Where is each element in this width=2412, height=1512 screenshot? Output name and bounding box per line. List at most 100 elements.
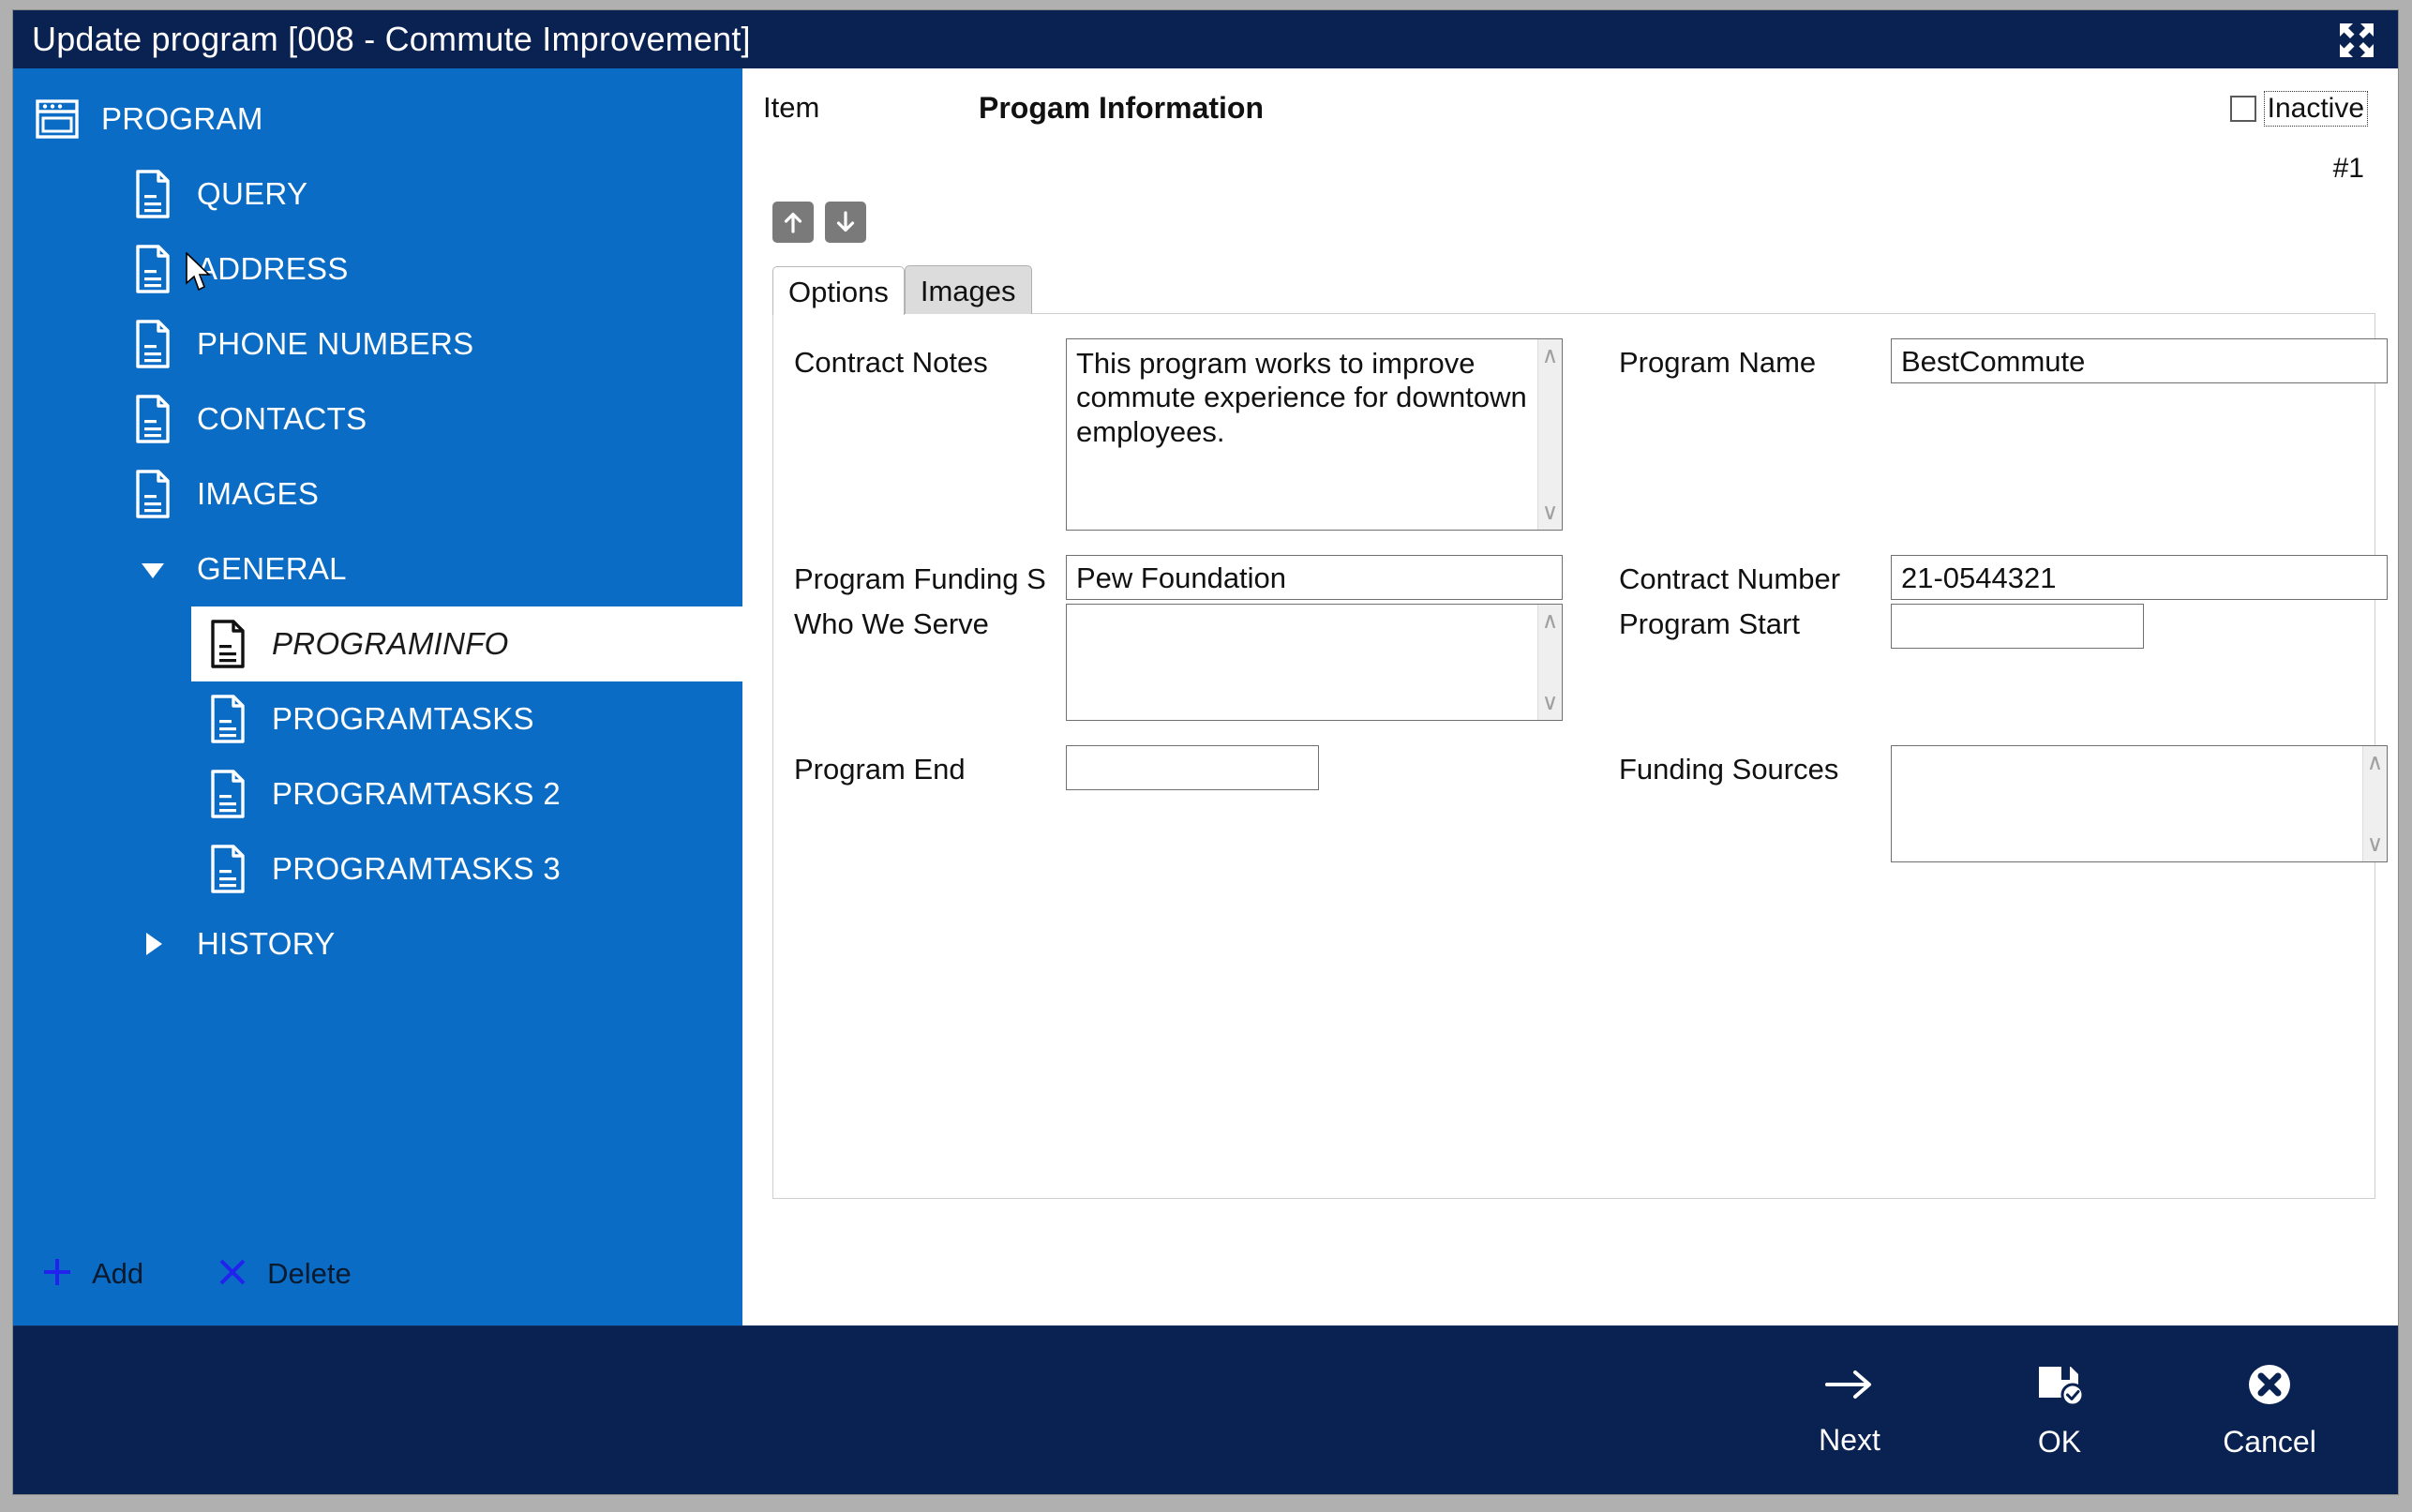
sidebar-item-label: GENERAL [197,551,347,586]
funding-sources-value [1892,746,2362,861]
sidebar-item-programtasks[interactable]: PROGRAMTASKS [13,681,742,756]
chevron-up-icon[interactable]: ∧ [2367,752,2384,774]
sidebar-item-contacts[interactable]: CONTACTS [13,382,742,457]
expander-right-icon[interactable] [126,928,180,960]
expander-down-icon[interactable] [126,553,180,585]
who-we-serve-label: Who We Serve [794,607,989,640]
sidebar-item-label: CONTACTS [197,401,367,436]
arrow-right-icon [1821,1364,1878,1410]
inactive-checkbox[interactable] [2229,96,2256,122]
sidebar-item-address[interactable]: ADDRESS [13,232,742,307]
chevron-up-icon[interactable]: ∧ [1542,345,1559,367]
expand-arrows-icon[interactable] [2332,18,2381,63]
form-grid: Contract Notes This program works to imp… [794,338,2388,862]
page-title: Progam Information [979,91,1265,125]
funding-sources-scrollbar[interactable]: ∧ ∨ [2362,746,2387,861]
sidebar-item-label: PROGRAMTASKS 3 [272,851,561,886]
next-button[interactable]: Next [1779,1364,1920,1458]
window-body: PROGRAM QUERY ADDRESS PHONE NUMBERS CONTACTS… [13,68,2398,1325]
delete-label: Delete [267,1257,352,1290]
move-up-button[interactable] [772,202,814,243]
sidebar-item-label: PROGRAMTASKS 2 [272,776,561,811]
sidebar-item-history[interactable]: HISTORY [13,906,742,981]
program-name-input[interactable]: BestCommute [1891,338,2388,383]
window-icon [30,98,84,140]
contract-number-label: Contract Number [1619,562,1841,595]
contract-notes-value: This program works to improve commute ex… [1076,347,1536,448]
inactive-checkbox-group[interactable]: Inactive [2229,91,2368,127]
chevron-down-icon[interactable]: ∨ [1542,692,1559,714]
delete-button[interactable]: Delete [217,1256,352,1293]
bottom-action-bar: Next OK Cancel [13,1325,2398,1494]
contract-number-input[interactable]: 21-0544321 [1891,555,2388,600]
ok-button[interactable]: OK [1989,1362,2130,1460]
program-funding-source-label: Program Funding S [794,562,1046,595]
title-bar: Update program [008 - Commute Improvemen… [13,10,2398,68]
tab-images[interactable]: Images [904,264,1032,314]
arrow-up-icon [784,212,802,233]
sidebar-item-programtasks-3[interactable]: PROGRAMTASKS 3 [13,831,742,906]
program-name-label: Program Name [1619,346,1817,379]
add-button[interactable]: Add [41,1256,143,1293]
document-icon [201,620,255,668]
sidebar-item-label: ADDRESS [197,251,349,286]
sidebar-item-label: HISTORY [197,926,336,961]
contract-notes-textarea[interactable]: This program works to improve commute ex… [1066,338,1563,531]
sidebar-item-label: PROGRAM [101,101,263,136]
sidebar-item-program[interactable]: PROGRAM [13,82,742,157]
sidebar-item-label: PROGRAMTASKS [272,701,534,736]
program-end-input[interactable] [1066,745,1319,790]
chevron-down-icon[interactable]: ∨ [2367,833,2384,856]
move-down-button[interactable] [825,202,866,243]
x-icon [217,1256,248,1293]
funding-sources-label: Funding Sources [1619,753,1839,786]
cancel-label: Cancel [2223,1424,2316,1459]
contract-notes-label: Contract Notes [794,346,988,379]
sidebar-item-programinfo[interactable]: PROGRAMINFO [191,606,742,681]
ok-label: OK [2037,1424,2082,1459]
window-title: Update program [008 - Commute Improvemen… [32,20,751,58]
navigation-tree: PROGRAM QUERY ADDRESS PHONE NUMBERS CONTACTS… [13,68,742,1222]
cancel-button[interactable]: Cancel [2199,1362,2340,1460]
tab-strip: Options Images [772,264,2375,315]
update-program-window: Update program [008 - Commute Improvemen… [12,9,2399,1495]
save-check-icon [2033,1362,2086,1412]
plus-icon [41,1256,73,1293]
program-start-input[interactable] [1891,604,2144,649]
who-we-serve-scrollbar[interactable]: ∧ ∨ [1537,605,1562,720]
document-icon [126,245,180,293]
program-funding-source-input[interactable]: Pew Foundation [1066,555,1563,600]
document-icon [126,470,180,518]
form-pane: Item Progam Information Inactive #1 Opti… [742,68,2398,1325]
record-counter: #1 [2332,153,2364,184]
sidebar-item-label: QUERY [197,176,308,211]
tab-options[interactable]: Options [772,265,905,315]
sidebar-item-phone-numbers[interactable]: PHONE NUMBERS [13,307,742,382]
chevron-down-icon[interactable]: ∨ [1542,502,1559,524]
document-icon [126,320,180,368]
document-icon [201,770,255,818]
funding-sources-textarea[interactable]: ∧ ∨ [1891,745,2388,862]
navigation-sidebar: PROGRAM QUERY ADDRESS PHONE NUMBERS CONTACTS… [13,68,742,1325]
document-icon [201,695,255,743]
sidebar-item-query[interactable]: QUERY [13,157,742,232]
who-we-serve-value [1067,605,1537,720]
program-end-label: Program End [794,753,966,786]
sidebar-item-general[interactable]: GENERAL [13,531,742,606]
record-move-buttons [772,202,2375,243]
item-label: Item [763,91,820,124]
document-icon [126,170,180,218]
next-label: Next [1819,1422,1880,1457]
sidebar-item-images[interactable]: IMAGES [13,457,742,531]
sidebar-item-label: PHONE NUMBERS [197,326,474,361]
form-header: Item Progam Information Inactive #1 [763,68,2375,184]
add-label: Add [92,1257,144,1290]
sidebar-item-label: PROGRAMINFO [272,626,509,661]
program-start-label: Program Start [1619,607,1800,640]
circle-x-icon [2245,1362,2294,1412]
sidebar-item-programtasks-2[interactable]: PROGRAMTASKS 2 [13,756,742,831]
who-we-serve-textarea[interactable]: ∧ ∨ [1066,604,1563,721]
document-icon [201,845,255,893]
contract-notes-scrollbar[interactable]: ∧ ∨ [1537,339,1562,530]
chevron-up-icon[interactable]: ∧ [1542,610,1559,633]
